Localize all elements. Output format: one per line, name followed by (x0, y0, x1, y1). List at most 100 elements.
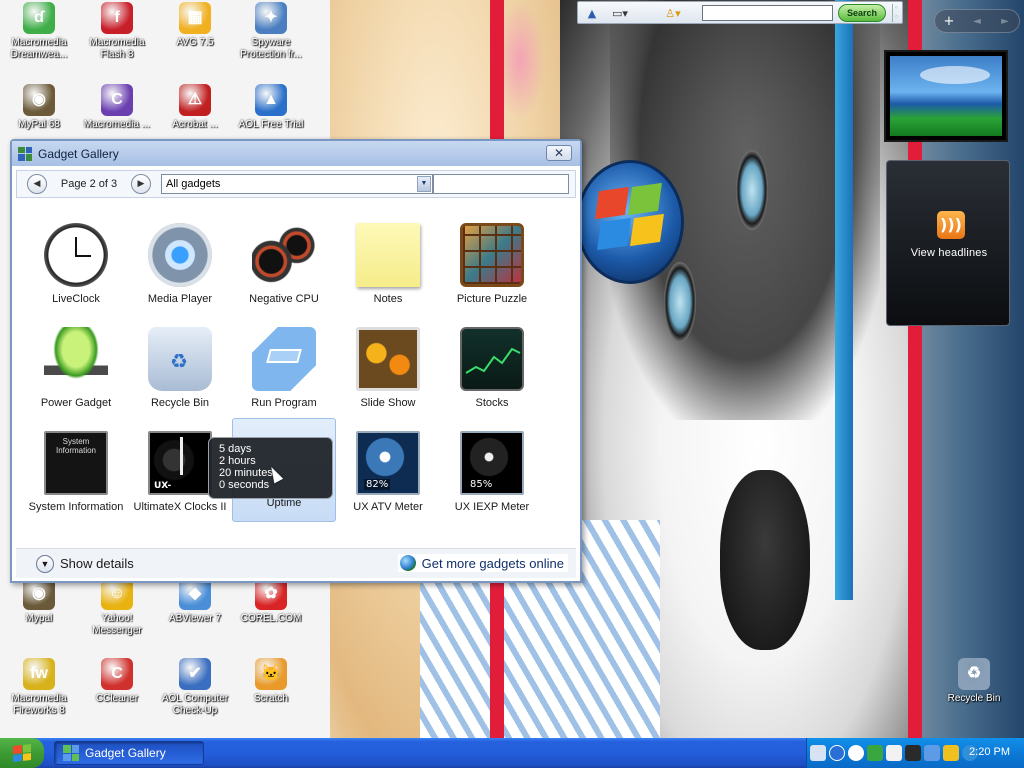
slideshow-gadget[interactable] (884, 50, 1008, 142)
sidebar-prev-icon[interactable]: ◄ (963, 16, 991, 27)
desktop-icon[interactable]: ✔ AOL Computer Check-Up (156, 658, 234, 717)
desktop-icon[interactable]: ◆ ABViewer 7 (156, 578, 234, 625)
update-icon[interactable] (943, 745, 959, 761)
rss-icon: ))) (937, 211, 965, 239)
run-program-icon (252, 327, 316, 391)
desktop-icon[interactable]: 🐱 Scratch (232, 658, 310, 705)
desktop-icon-label: AVG 7.5 (176, 37, 214, 48)
feed-headlines-gadget[interactable]: ))) View headlines (886, 160, 1010, 326)
desktop-icon-label: Macromedia Dreamwea... (10, 37, 68, 60)
toolbar-buddy-icon[interactable]: ♙▾ (660, 5, 686, 21)
close-button[interactable]: ✕ (546, 145, 572, 161)
next-page-button[interactable]: ▶ (131, 174, 151, 194)
toolbar-grip-icon[interactable]: ◦ ◦ (892, 4, 900, 22)
desktop-icon[interactable]: f Macromedia Flash 8 (78, 2, 156, 61)
gadget-name: Media Player (147, 293, 213, 305)
gadget-tile[interactable]: 85% UX IEXP Meter (440, 423, 544, 527)
view-headlines-label[interactable]: View headlines (887, 247, 1011, 259)
fireworks-icon: fw (23, 658, 55, 690)
desktop-icon[interactable]: C CCleaner (78, 658, 156, 705)
desktop-icon-label: COREL.COM (240, 613, 302, 624)
desktop-icon-label: AOL Free Trial (238, 119, 304, 130)
gadget-tile[interactable]: Slide Show (336, 319, 440, 423)
gadget-tile[interactable]: Power Gadget (24, 319, 128, 423)
desktop-icon[interactable]: ▲ AOL Free Trial (232, 84, 310, 131)
shield-icon[interactable] (867, 745, 883, 761)
gadget-tile[interactable]: ♻ Recycle Bin (128, 319, 232, 423)
notes-icon (356, 223, 420, 287)
scratch-icon: 🐱 (255, 658, 287, 690)
gadget-tile[interactable]: System Information System Information (24, 423, 128, 527)
sidebar-next-icon[interactable]: ► (991, 16, 1019, 27)
desktop-icon[interactable]: ▦ AVG 7.5 (156, 2, 234, 49)
minus-icon[interactable] (848, 745, 864, 761)
desktop-icon-label: ABViewer 7 (168, 613, 222, 624)
windows-orb-logo (576, 160, 684, 284)
category-select[interactable]: All gadgets ▼ (161, 174, 433, 194)
add-gadget-icon[interactable]: + (935, 14, 963, 29)
toolbar-device-icon[interactable]: ▭▾ (606, 5, 634, 21)
gadget-tile[interactable]: Run Program (232, 319, 336, 423)
aol-icon: ▲ (255, 84, 287, 116)
gadget-name: Slide Show (360, 397, 416, 409)
desktop-icon[interactable]: C Macromedia ... (78, 84, 156, 131)
desktop-icon[interactable]: ☺ Yahoo! Messenger (78, 578, 156, 637)
desktop-icon-label: Spyware Protection fr... (240, 37, 302, 60)
slide-show-icon (356, 327, 420, 391)
gadget-tile[interactable]: Notes (336, 215, 440, 319)
desktop-icon-label: CCleaner (95, 693, 139, 704)
mypal-icon: ◉ (23, 84, 55, 116)
desktop-icon[interactable]: ♻ Recycle Bin (935, 658, 1013, 705)
wifi-icon[interactable] (924, 745, 940, 761)
gadget-tile[interactable]: 82% UX ATV Meter (336, 423, 440, 527)
title-bar[interactable]: Gadget Gallery ✕ (12, 141, 580, 166)
gadget-tile[interactable]: LiveClock (24, 215, 128, 319)
tooltip-line: 0 seconds (219, 479, 270, 491)
avg-icon: ▦ (179, 2, 211, 34)
dreamweaver-icon: ɗ (23, 2, 55, 34)
ultimatex-clock-icon: UX- (148, 431, 212, 495)
previous-page-button[interactable]: ◀ (27, 174, 47, 194)
gadget-tile[interactable]: Negative CPU (232, 215, 336, 319)
desktop-icon-label: AOL Computer Check-Up (161, 693, 229, 716)
desktop-icon[interactable]: ◉ Mypal (0, 578, 78, 625)
gadget-name: Stocks (475, 397, 509, 409)
gadget-tile[interactable]: Picture Puzzle (440, 215, 544, 319)
gadget-tile[interactable]: Stocks (440, 319, 544, 423)
gadget-gallery-app-icon (18, 146, 32, 161)
page-indicator: Page 2 of 3 (60, 178, 118, 190)
gadget-name: Negative CPU (249, 293, 319, 305)
desktop-icon[interactable]: fw Macromedia Fireworks 8 (0, 658, 78, 717)
desktop-icon[interactable]: ✦ Spyware Protection fr... (232, 2, 310, 61)
start-button[interactable] (0, 738, 44, 768)
sidebar-tray-icon[interactable] (829, 745, 845, 761)
recycle-bin-desktop-icon: ♻ (958, 658, 990, 690)
globe-icon (399, 555, 416, 571)
chevron-down-icon[interactable]: ▼ (417, 176, 431, 192)
wallpaper-dog-nose (720, 470, 810, 650)
windows-flag-icon (13, 744, 31, 762)
clock[interactable]: 2:20 PM (969, 746, 1010, 758)
desktop-icon[interactable]: ◉ MyPal 68 (0, 84, 78, 131)
media-player-icon (148, 223, 212, 287)
network-icon[interactable] (810, 745, 826, 761)
taskbar-item-gadget-gallery[interactable]: Gadget Gallery (54, 741, 204, 765)
contribute-icon: C (101, 84, 133, 116)
search-button[interactable]: Search (838, 4, 886, 22)
show-details-button[interactable]: ▼ Show details (36, 554, 134, 573)
toolbar-logo-icon[interactable]: ▲ (582, 5, 602, 21)
clock-icon (44, 223, 108, 287)
display-icon[interactable] (886, 745, 902, 761)
search-input[interactable] (702, 5, 833, 21)
gallery-search-input[interactable] (433, 174, 569, 194)
app-tray-icon[interactable] (905, 745, 921, 761)
gadget-name: Recycle Bin (150, 397, 210, 409)
gadget-tile[interactable]: Media Player (128, 215, 232, 319)
gadget-name: Power Gadget (40, 397, 112, 409)
show-details-label: Show details (60, 556, 134, 571)
get-more-gadgets-link[interactable]: Get more gadgets online (397, 554, 568, 572)
desktop-icon[interactable]: ⚠ Acrobat ... (156, 84, 234, 131)
iexp-meter-icon: 85% (460, 431, 524, 495)
desktop-icon[interactable]: ɗ Macromedia Dreamwea... (0, 2, 78, 61)
desktop-icon[interactable]: ✿ COREL.COM (232, 578, 310, 625)
